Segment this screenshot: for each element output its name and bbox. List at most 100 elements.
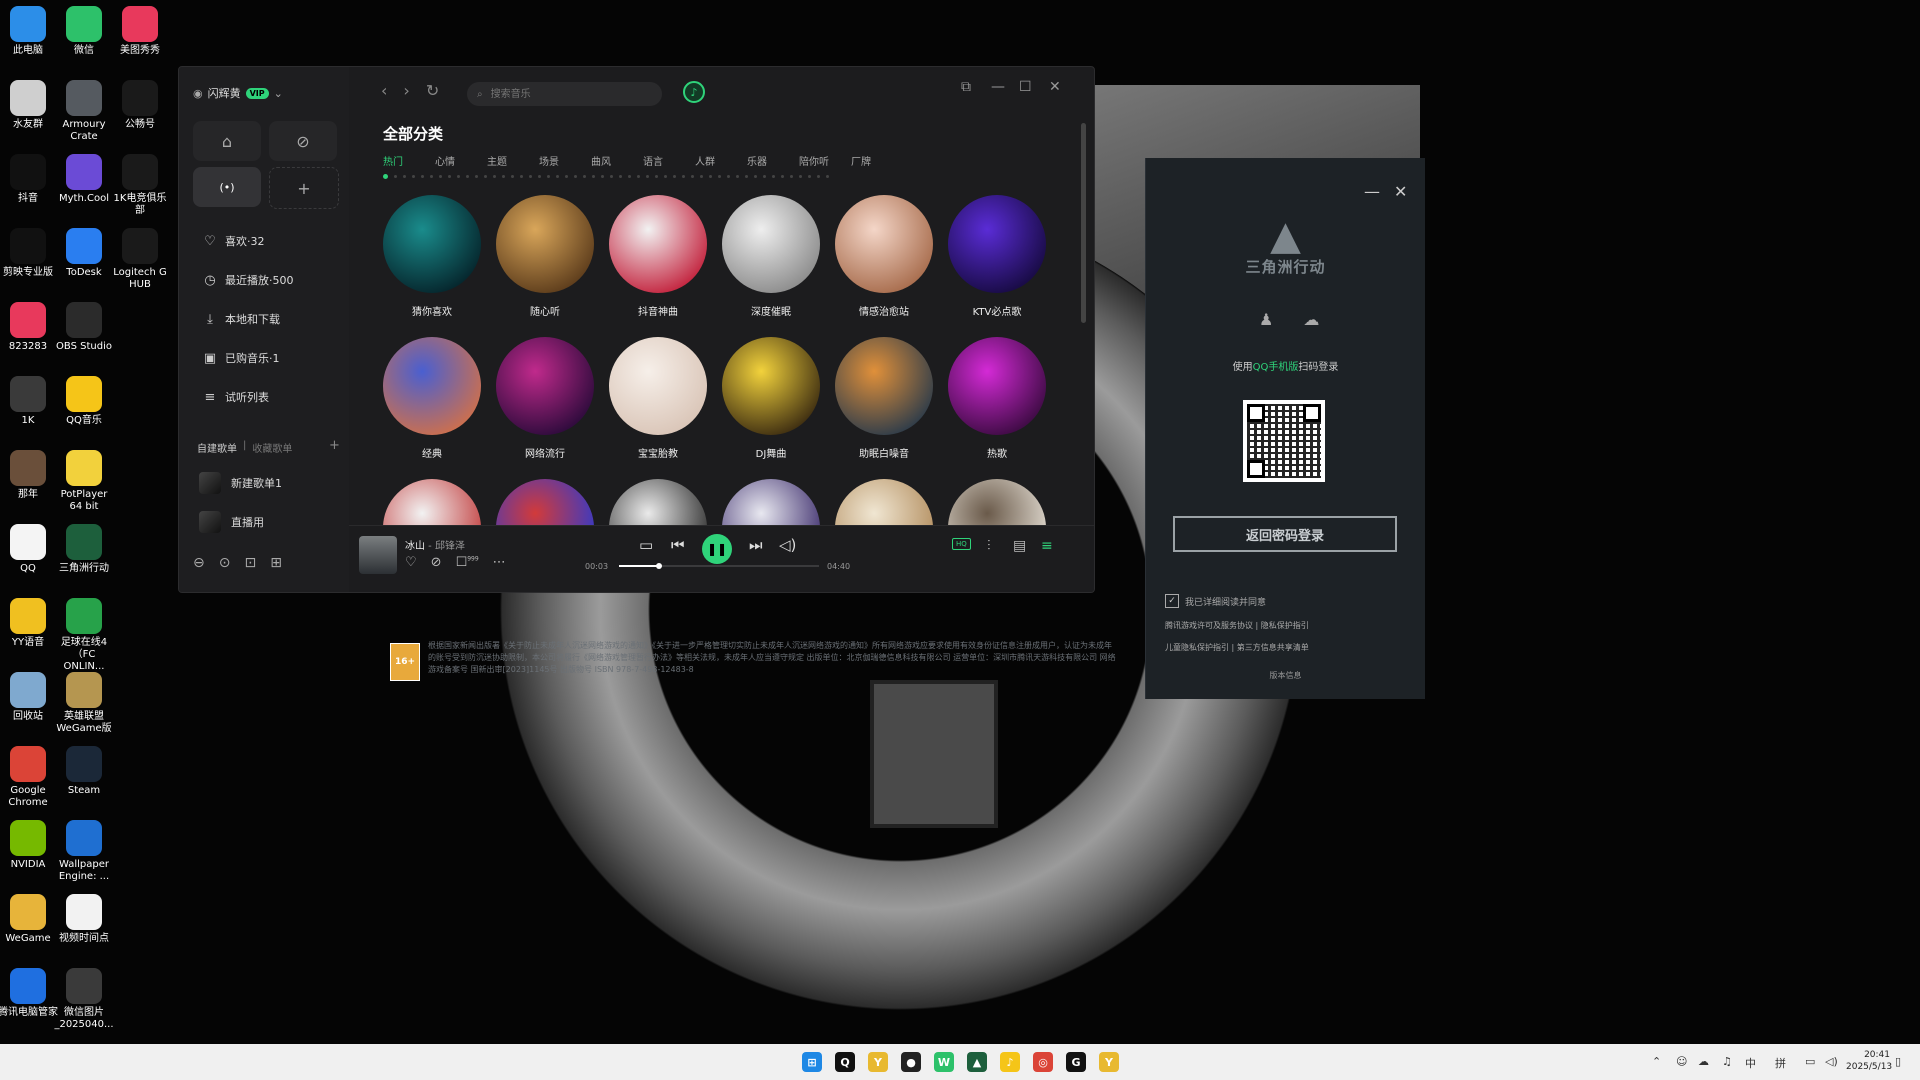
sidebar-item[interactable]: ♡ 喜欢·32	[203, 233, 264, 249]
delta-force-taskbar-icon[interactable]: ▲	[967, 1052, 987, 1072]
category-card[interactable]	[722, 479, 820, 525]
game-icon[interactable]: ⊞	[270, 555, 282, 571]
category-card[interactable]: 热歌	[948, 337, 1046, 479]
comment-icon[interactable]: ☐999	[456, 555, 479, 570]
home-button[interactable]: ⌂	[193, 121, 261, 161]
qq-taskbar-icon[interactable]: Q	[835, 1052, 855, 1072]
category-tab[interactable]: 曲风	[591, 153, 643, 168]
pause-button[interactable]: ❚❚	[702, 534, 732, 564]
album-cover[interactable]	[359, 536, 397, 574]
desktop-icon[interactable]: Myth.Cool	[53, 154, 115, 205]
previous-icon[interactable]: ⏮	[671, 536, 685, 554]
desktop-icon[interactable]: WeGame	[0, 894, 59, 945]
desktop-icon[interactable]: 微信图片_2025040...	[53, 968, 115, 1031]
category-tab[interactable]: 场景	[539, 153, 591, 168]
desktop-icon[interactable]: QQ	[0, 524, 59, 575]
lyrics-icon[interactable]: ▤	[1013, 538, 1026, 554]
quality-badge[interactable]: HQ	[952, 538, 971, 550]
progress-knob[interactable]	[656, 563, 662, 569]
category-card[interactable]	[383, 479, 481, 525]
tab-collected-playlists[interactable]: 收藏歌单	[252, 440, 292, 455]
desktop-icon[interactable]: 公畅号	[109, 80, 171, 131]
back-icon[interactable]: ‹	[381, 81, 387, 100]
mini-mode-icon[interactable]: ⧉	[961, 79, 971, 95]
category-card[interactable]	[609, 479, 707, 525]
sidebar-item[interactable]: ◷ 最近播放·500	[203, 272, 293, 288]
user-profile[interactable]: ◉ 闪辉黄 VIP ⌄	[193, 85, 283, 101]
category-card[interactable]: 助眠白噪音	[835, 337, 933, 479]
like-icon[interactable]: ♡	[405, 555, 417, 570]
category-card[interactable]: 网络流行	[496, 337, 594, 479]
tray-app-icon[interactable]: ☺	[1676, 1055, 1687, 1068]
category-card[interactable]: 抖音神曲	[609, 195, 707, 337]
yy-taskbar-icon-2[interactable]: Y	[1099, 1052, 1119, 1072]
playlist-queue-icon[interactable]: ≡	[1041, 538, 1053, 554]
category-tab[interactable]: 主题	[487, 153, 539, 168]
avatar[interactable]: ◉	[193, 87, 203, 100]
desktop-icon[interactable]: 美图秀秀	[109, 6, 171, 57]
desktop-icon[interactable]: OBS Studio	[53, 302, 115, 353]
category-card[interactable]: 猜你喜欢	[383, 195, 481, 337]
desktop-icon[interactable]: 微信	[53, 6, 115, 57]
refresh-icon[interactable]: ↻	[426, 81, 439, 100]
category-tab[interactable]: 心情	[435, 153, 487, 168]
clock[interactable]: 20:41 2025/5/13	[1846, 1049, 1892, 1073]
search-box[interactable]: ⌕	[467, 82, 662, 106]
chrome-taskbar-icon[interactable]: ◎	[1033, 1052, 1053, 1072]
version-info-link[interactable]: 版本信息	[1146, 670, 1425, 681]
explore-button[interactable]: ⊘	[269, 121, 337, 161]
minimize-icon[interactable]: —	[1364, 182, 1380, 201]
category-card[interactable]: DJ舞曲	[722, 337, 820, 479]
start-menu-icon[interactable]: ⊞	[802, 1052, 822, 1072]
category-card[interactable]	[835, 479, 933, 525]
back-circle-icon[interactable]: ⊖	[193, 555, 205, 571]
category-card[interactable]: 经典	[383, 337, 481, 479]
next-icon[interactable]: ⏭	[749, 536, 763, 554]
sidebar-item[interactable]: ▣ 已购音乐·1	[203, 350, 280, 366]
minimize-icon[interactable]: —	[991, 79, 1005, 95]
desktop-icon[interactable]: 抖音	[0, 154, 59, 205]
desktop-icon[interactable]: Wallpaper Engine: ...	[53, 820, 115, 883]
microphone-icon[interactable]: ♫	[1722, 1055, 1732, 1068]
progress-bar[interactable]	[619, 563, 819, 569]
loop-icon[interactable]: ▭	[639, 536, 653, 554]
skin-icon[interactable]: ⊡	[244, 555, 256, 571]
desktop-icon[interactable]: 剪映专业版	[0, 228, 59, 279]
obs-taskbar-icon[interactable]: ●	[901, 1052, 921, 1072]
equalizer-icon[interactable]: ⫶	[987, 538, 991, 554]
desktop-icon[interactable]: ToDesk	[53, 228, 115, 279]
category-tab[interactable]: 语言	[643, 153, 695, 168]
playlist-item[interactable]: 直播用	[199, 511, 264, 533]
wechat-icon[interactable]: ☁	[1303, 310, 1319, 329]
close-icon[interactable]: ✕	[1049, 79, 1061, 95]
search-input[interactable]	[488, 87, 643, 101]
desktop-icon[interactable]: 视频时间点	[53, 894, 115, 945]
close-icon[interactable]: ✕	[1394, 182, 1407, 201]
ime-indicator[interactable]: 中	[1745, 1055, 1756, 1071]
forward-icon[interactable]: ›	[403, 81, 409, 100]
desktop-icon[interactable]: 823283	[0, 302, 59, 353]
volume-tray-icon[interactable]: ◁)	[1825, 1055, 1838, 1068]
desktop-icon[interactable]: 足球在线4（FC ONLIN...	[53, 598, 115, 673]
tab-created-playlists[interactable]: 自建歌单	[197, 440, 237, 455]
desktop-icon[interactable]: Armoury Crate	[53, 80, 115, 143]
category-tab[interactable]: 厂牌	[851, 153, 903, 168]
wechat-taskbar-icon[interactable]: W	[934, 1052, 954, 1072]
legal-links-1[interactable]: 腾讯游戏许可及服务协议 | 隐私保护指引	[1165, 620, 1309, 631]
desktop-icon[interactable]: 此电脑	[0, 6, 59, 57]
playlist-item[interactable]: 新建歌单1	[199, 472, 282, 494]
ime-mode-indicator[interactable]: 拼	[1775, 1055, 1786, 1071]
desktop-icon[interactable]: NVIDIA	[0, 820, 59, 871]
dislike-icon[interactable]: ⊘	[431, 555, 442, 570]
scrollbar[interactable]	[1081, 123, 1086, 323]
qq-icon[interactable]: ♟	[1259, 310, 1273, 329]
password-login-button[interactable]: 返回密码登录	[1173, 516, 1397, 552]
sidebar-item[interactable]: ⤓ 本地和下载	[203, 311, 280, 327]
radio-button[interactable]: (•)	[193, 167, 261, 207]
qqmusic-taskbar-icon[interactable]: ♪	[1000, 1052, 1020, 1072]
category-card[interactable]: 深度催眠	[722, 195, 820, 337]
desktop-icon[interactable]: Steam	[53, 746, 115, 797]
now-playing[interactable]: 冰山 - 邱锋泽	[405, 537, 465, 552]
more-icon[interactable]: ⋯	[493, 555, 506, 570]
settings-icon[interactable]: ⊙	[219, 555, 231, 571]
